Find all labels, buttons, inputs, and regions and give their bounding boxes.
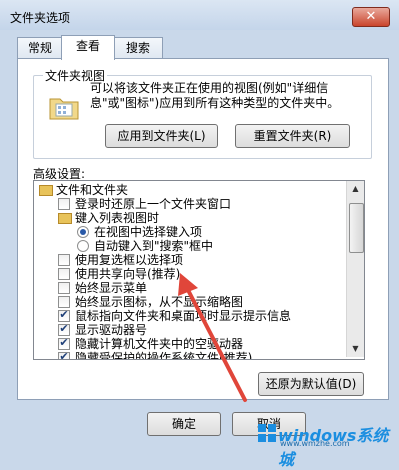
reset-folders-button[interactable]: 重置文件夹(R) — [235, 124, 350, 148]
scrollbar-thumb[interactable] — [349, 203, 364, 253]
folder-views-icon — [48, 93, 80, 121]
tab-general[interactable]: 常规 — [17, 37, 63, 59]
windows-logo-icon — [258, 424, 276, 442]
up-arrow-icon[interactable]: ▲ — [347, 181, 364, 197]
tab-search[interactable]: 搜索 — [113, 37, 163, 59]
checkbox[interactable]: ✔ — [58, 350, 70, 359]
close-icon: ✕ — [365, 9, 377, 24]
checkbox[interactable]: ✔ — [58, 322, 70, 336]
tab-view[interactable]: 查看 — [61, 35, 115, 60]
restore-defaults-button[interactable]: 还原为默认值(D) — [258, 372, 364, 396]
watermark: windows系统城 www.wmzhe.com — [258, 420, 399, 469]
checkbox[interactable]: ✔ — [58, 336, 70, 350]
down-arrow-icon[interactable]: ▼ — [347, 341, 364, 357]
checkbox[interactable] — [58, 296, 70, 308]
checkbox[interactable] — [58, 282, 70, 294]
list-scrollbar[interactable]: ▲ ▼ — [346, 181, 364, 357]
title-bar: 文件夹选项 ✕ — [0, 0, 399, 30]
radio-button[interactable] — [77, 240, 89, 252]
folder-views-description: 可以将该文件夹正在使用的视图(例如"详细信息"或"图标")应用到所有这种类型的文… — [90, 81, 340, 110]
window-title: 文件夹选项 — [10, 11, 71, 25]
folder-icon — [58, 213, 72, 224]
ok-button[interactable]: 确定 — [147, 412, 221, 436]
advanced-settings-list: 文件和文件夹 登录时还原上一个文件夹窗口 键入列表视图时 在视图中选择键入项 自… — [33, 180, 365, 360]
checkbox[interactable] — [58, 198, 70, 210]
watermark-url: www.wmzhe.com — [280, 439, 350, 448]
checkbox[interactable]: ✔ — [58, 308, 70, 322]
apply-to-folders-button[interactable]: 应用到文件夹(L) — [105, 124, 218, 148]
checkbox[interactable] — [58, 254, 70, 266]
radio-button[interactable] — [77, 226, 89, 238]
folder-icon — [39, 185, 53, 196]
checkbox[interactable] — [58, 268, 70, 280]
close-button[interactable]: ✕ — [352, 7, 390, 27]
